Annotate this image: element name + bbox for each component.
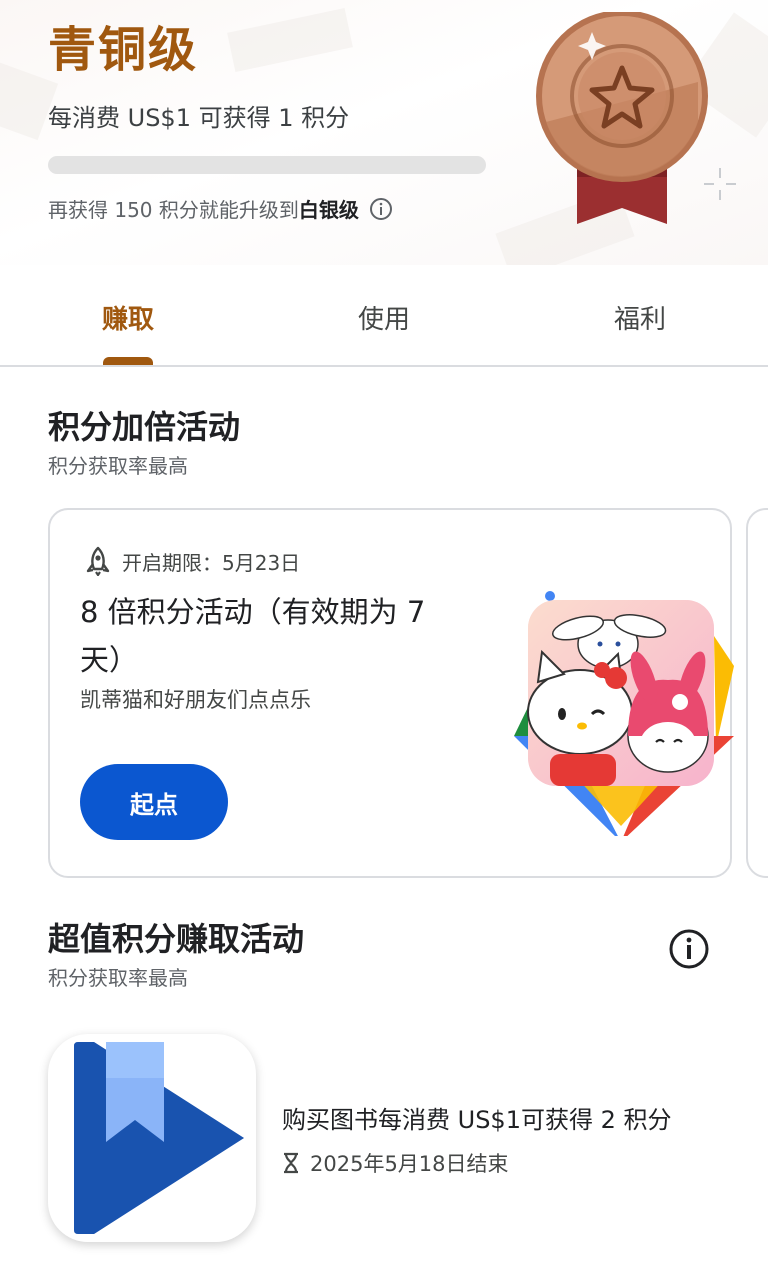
upgrade-target-tier: 白银级 (298, 198, 359, 222)
promo-start-button[interactable]: 起点 (80, 764, 228, 840)
value-section-title: 超值积分赚取活动 (48, 920, 305, 958)
promo-title: 8 倍积分活动（有效期为 7 天） (80, 595, 426, 677)
active-tab-indicator (103, 357, 153, 365)
earn-rate-text: 每消费 US$1 可获得 1 积分 (48, 104, 350, 132)
tab-earn[interactable]: 赚取 (28, 299, 228, 336)
promo-deadline: 开启期限：5月23日 (84, 546, 300, 576)
next-promo-card-peek[interactable] (746, 508, 768, 878)
upgrade-hint: 再获得 150 积分就能升级到 白银级 (48, 194, 393, 223)
boost-promo-card[interactable]: 开启期限：5月23日 8 倍积分活动（有效期为 7 天） 凯蒂猫和好朋友们点点乐… (48, 508, 734, 878)
tier-header: 青铜级 每消费 US$1 可获得 1 积分 再获得 150 积分就能升级到 白银… (0, 0, 768, 265)
info-icon[interactable] (668, 928, 710, 970)
tier-title: 青铜级 (48, 22, 199, 78)
boost-section-subtitle: 积分获取率最高 (48, 454, 188, 478)
value-section-subtitle: 积分获取率最高 (48, 966, 188, 990)
offer-end-date: 2025年5月18日结束 (282, 1148, 509, 1178)
tab-bar: 赚取 使用 福利 (0, 265, 768, 367)
hourglass-icon (284, 1152, 298, 1174)
sparkle-icon (704, 168, 736, 200)
upgrade-hint-text: 再获得 150 积分就能升级到 (48, 198, 299, 222)
rocket-icon (86, 546, 110, 576)
tab-redeem[interactable]: 使用 (284, 299, 484, 336)
offer-title[interactable]: 购买图书每消费 US$1可获得 2 积分 (282, 1100, 672, 1135)
game-artwork-image[interactable] (506, 586, 736, 836)
boost-section-title: 积分加倍活动 (48, 408, 241, 446)
promo-game-name: 凯蒂猫和好朋友们点点乐 (80, 688, 311, 712)
bronze-medal-icon (536, 12, 708, 224)
offer-end-text: 2025年5月18日结束 (310, 1152, 509, 1176)
info-icon[interactable] (369, 197, 393, 221)
tab-perks[interactable]: 福利 (540, 299, 740, 336)
tier-progress-bar (48, 156, 486, 174)
google-play-books-icon[interactable] (48, 1034, 256, 1242)
header-decoration (227, 7, 353, 73)
books-logo (74, 1042, 244, 1234)
promo-deadline-text: 开启期限：5月23日 (122, 550, 301, 575)
